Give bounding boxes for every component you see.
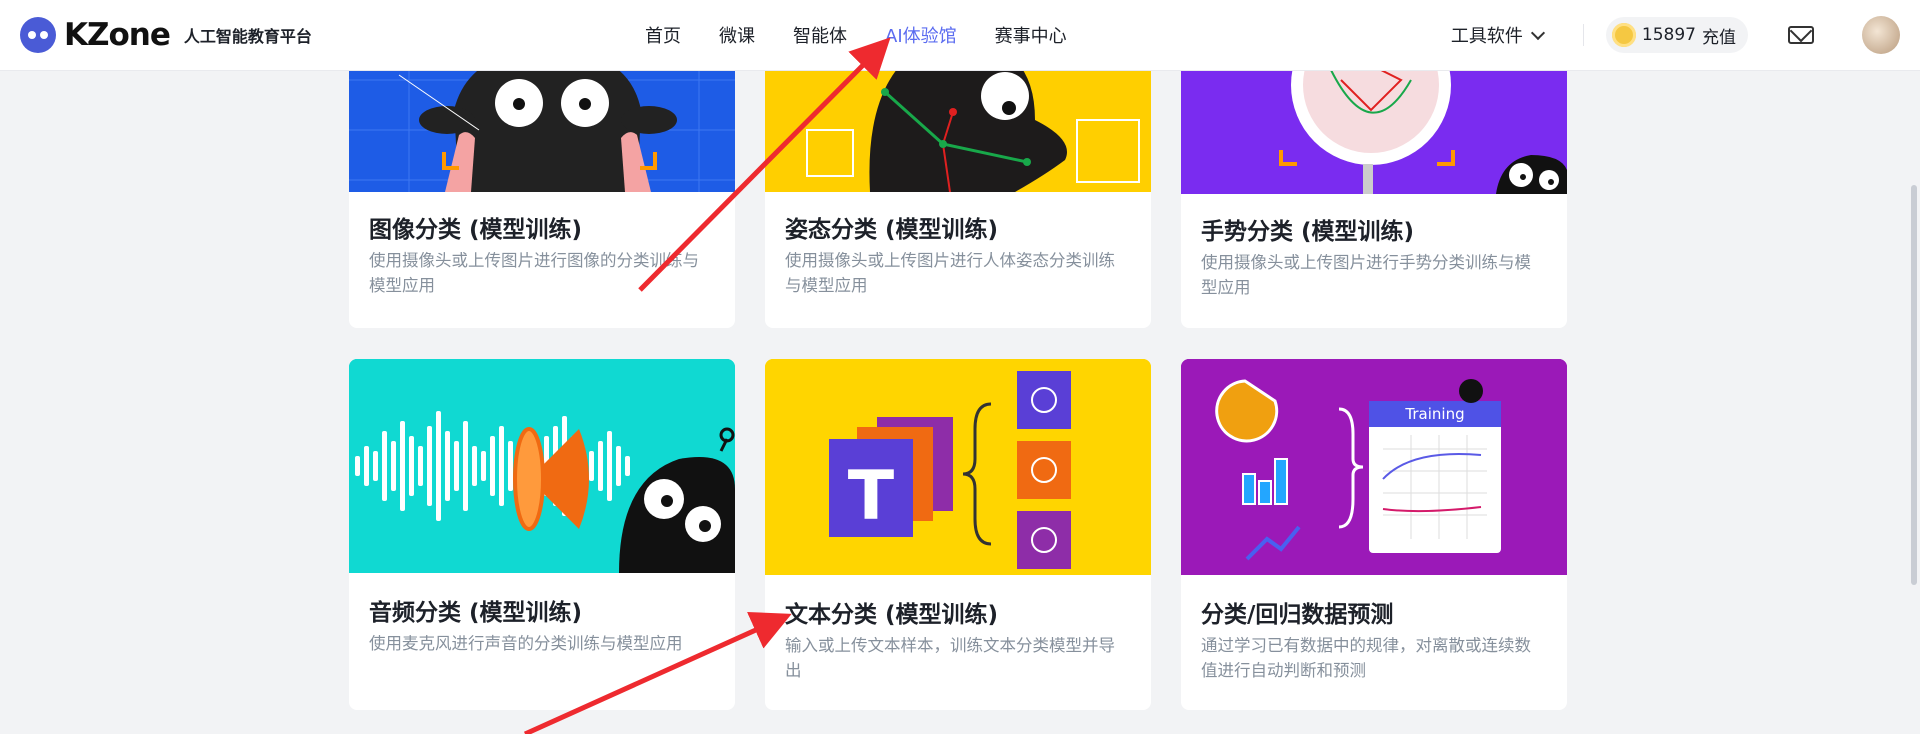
wave-bar — [364, 446, 369, 486]
wave-bar — [607, 431, 612, 501]
nav-competition-center[interactable]: 赛事中心 — [995, 22, 1067, 48]
wave-bar — [445, 431, 450, 501]
wave-bar — [499, 426, 504, 506]
kzone-logo-icon — [20, 17, 56, 53]
header-divider — [1582, 24, 1584, 46]
recharge-link[interactable]: 充值 — [1702, 23, 1736, 48]
card-text-classification-desc: 输入或上传文本样本，训练文本分类模型并导出 — [785, 636, 1115, 680]
card-pose-classification[interactable]: 姿态分类 (模型训练) 使用摄像头或上传图片进行人体姿态分类训练与模型应用 — [765, 40, 1151, 328]
coin-balance[interactable]: 15897 充值 — [1605, 17, 1748, 53]
wave-bar — [427, 426, 432, 506]
coin-icon — [1611, 23, 1636, 47]
tools-label: 工具软件 — [1450, 26, 1523, 47]
card-image-classification-title: 图像分类 (模型训练) — [369, 217, 583, 243]
wave-bar — [463, 421, 468, 511]
mail-icon[interactable] — [1788, 26, 1814, 44]
card-pose-classification-title: 姿态分类 (模型训练) — [785, 217, 999, 243]
card-audio-classification[interactable]: 音频分类 (模型训练) 使用麦克风进行声音的分类训练与模型应用 — [349, 359, 735, 710]
card-data-prediction-title: 分类/回归数据预测 — [1201, 602, 1394, 628]
card-image-classification-desc: 使用摄像头或上传图片进行图像的分类训练与模型应用 — [369, 251, 699, 295]
wave-bar — [391, 441, 396, 491]
wave-bar — [355, 456, 360, 476]
brand-subtitle: 人工智能教育平台 — [183, 27, 312, 46]
wave-bar — [472, 446, 477, 486]
nav-micro-course[interactable]: 微课 — [719, 22, 755, 48]
header-right: 工具软件 15897 充值 — [1451, 0, 1900, 70]
wave-bar — [508, 441, 513, 491]
card-audio-classification-title: 音频分类 (模型训练) — [369, 600, 583, 626]
card-audio-classification-thumb — [349, 359, 735, 573]
card-pose-classification-desc: 使用摄像头或上传图片进行人体姿态分类训练与模型应用 — [785, 251, 1115, 295]
card-gesture-classification-title: 手势分类 (模型训练) — [1201, 219, 1415, 245]
card-audio-classification-desc: 使用麦克风进行声音的分类训练与模型应用 — [369, 634, 683, 653]
wave-bar — [616, 446, 621, 486]
card-image-classification[interactable]: 图像分类 (模型训练) 使用摄像头或上传图片进行图像的分类训练与模型应用 — [349, 40, 735, 328]
card-text-classification-thumb: T — [765, 359, 1151, 575]
wave-bar — [400, 421, 405, 511]
wave-bar — [409, 436, 414, 496]
wave-bar — [625, 456, 630, 476]
wave-bar — [454, 441, 459, 491]
tools-dropdown[interactable]: 工具软件 — [1450, 22, 1545, 48]
card-data-prediction[interactable]: Training 分类/回归数据预测 通过学习已有数据中的规律，对离散或连续数值… — [1181, 359, 1567, 710]
wave-bar — [589, 451, 594, 481]
nav-home[interactable]: 首页 — [645, 22, 681, 48]
card-text-classification[interactable]: T 文本分类 (模型训练) 输入或上传文本样本，训练文本分类模型并导出 — [765, 359, 1151, 710]
wave-bar — [436, 411, 441, 521]
wave-bar — [481, 451, 486, 481]
coin-count: 15897 — [1641, 25, 1696, 45]
card-text-classification-title: 文本分类 (模型训练) — [785, 602, 999, 628]
training-label: Training — [1404, 405, 1464, 423]
wave-bar — [598, 441, 603, 491]
card-data-prediction-desc: 通过学习已有数据中的规律，对离散或连续数值进行自动判断和预测 — [1201, 636, 1531, 680]
svg-text:T: T — [848, 457, 895, 536]
chevron-down-icon — [1530, 25, 1545, 41]
card-gesture-classification-desc: 使用摄像头或上传图片进行手势分类训练与模型应用 — [1201, 253, 1531, 297]
wave-bar — [490, 436, 495, 496]
brand-logo[interactable]: KZone 人工智能教育平台 — [20, 16, 312, 54]
nav-ai-experience[interactable]: AI体验馆 — [885, 22, 957, 48]
wave-bar — [418, 446, 423, 486]
wave-bar — [373, 451, 378, 481]
user-avatar[interactable] — [1862, 16, 1900, 54]
brand-name: KZone — [64, 17, 171, 53]
card-data-prediction-thumb: Training — [1181, 359, 1567, 575]
nav-agents[interactable]: 智能体 — [793, 22, 847, 48]
main-nav: 首页 微课 智能体 AI体验馆 赛事中心 — [645, 0, 1105, 70]
page-scrollbar[interactable] — [1911, 185, 1917, 585]
wave-bar — [382, 431, 387, 501]
top-nav-bar: KZone 人工智能教育平台 首页 微课 智能体 AI体验馆 赛事中心 工具软件… — [0, 0, 1920, 71]
card-gesture-classification[interactable]: 手势分类 (模型训练) 使用摄像头或上传图片进行手势分类训练与模型应用 — [1181, 40, 1567, 328]
